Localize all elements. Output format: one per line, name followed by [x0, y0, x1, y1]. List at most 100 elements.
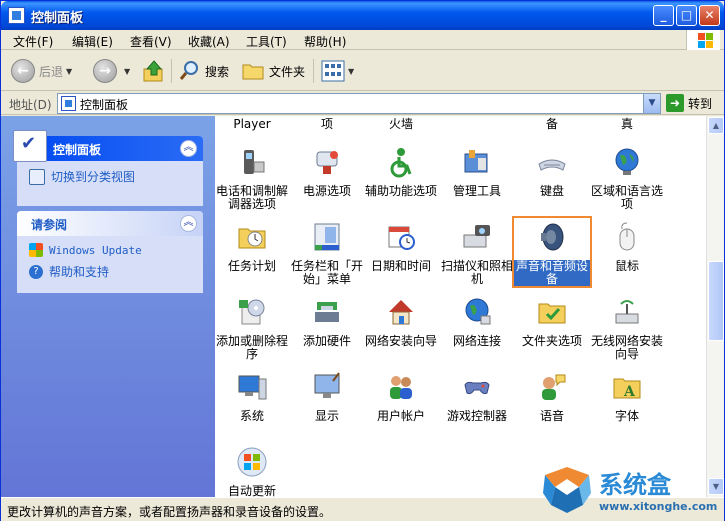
folder-options-item[interactable]: 文件夹选项: [512, 296, 592, 348]
windows-update-icon: [237, 447, 267, 477]
go-label: 转到: [688, 96, 713, 111]
menu-help[interactable]: 帮助(H): [304, 33, 346, 50]
section-title: 控制面板: [53, 143, 102, 157]
control-panel-section: 控制面板 ︽ 切换到分类视图: [13, 130, 203, 206]
control-panel-icon: [13, 130, 47, 162]
forward-arrow-icon: →: [93, 59, 117, 83]
scheduled-tasks-icon: [238, 228, 266, 249]
scanners-cameras-item[interactable]: 扫描仪和照相机: [437, 221, 517, 286]
item-label-cut[interactable]: Player: [215, 118, 292, 131]
toolbar: ← 后退 ▼ → ▼ 搜索 文件夹 ▼: [1, 51, 724, 91]
views-grid-icon: [321, 60, 345, 82]
address-input[interactable]: 控制面板 ▼: [57, 93, 661, 114]
globe-icon: [615, 148, 639, 175]
mouse-item[interactable]: 鼠标: [587, 221, 667, 273]
control-panel-section-header[interactable]: 控制面板 ︽: [13, 130, 203, 162]
address-dropdown-button[interactable]: ▼: [643, 94, 660, 113]
scroll-up-button[interactable]: ▲: [708, 117, 724, 134]
chevron-down-icon: ▼: [348, 66, 355, 76]
taskbar-start-menu-item[interactable]: 任务栏和「开始」菜单: [287, 221, 367, 286]
see-also-section: 请参阅 ︽ Windows Update ? 帮助和支持: [17, 211, 203, 293]
scroll-thumb[interactable]: [708, 261, 724, 341]
forward-button[interactable]: → ▼: [93, 57, 130, 85]
accessibility-options-item[interactable]: 辅助功能选项: [361, 146, 441, 198]
item-label-cut[interactable]: 备: [512, 118, 592, 131]
item-label-cut[interactable]: 火墙: [361, 118, 441, 131]
game-controllers-item[interactable]: 游戏控制器: [437, 371, 517, 423]
windows-update-link[interactable]: Windows Update: [29, 243, 142, 257]
add-remove-programs-icon: [239, 299, 265, 325]
folders-button[interactable]: 文件夹: [241, 57, 305, 85]
up-folder-button[interactable]: [141, 57, 167, 85]
windows-update-icon: [29, 243, 43, 257]
menu-file[interactable]: 文件(F): [13, 33, 53, 50]
menu-favorites[interactable]: 收藏(A): [188, 33, 230, 50]
item-label: 字体: [614, 409, 639, 423]
views-button[interactable]: ▼: [321, 57, 354, 85]
windows-logo-icon: [686, 30, 720, 50]
network-globe-icon: [465, 298, 491, 325]
user-accounts-item[interactable]: 用户帐户: [361, 371, 441, 423]
scheduled-tasks-item[interactable]: 任务计划: [215, 221, 292, 273]
scanner-camera-icon: [463, 225, 490, 248]
collapse-icon[interactable]: ︽: [180, 215, 197, 232]
item-label: 网络安装向导: [364, 334, 437, 348]
item-label: 显示: [314, 409, 339, 423]
control-panel-icon: [8, 7, 25, 24]
fonts-item[interactable]: A 字体: [587, 371, 667, 423]
users-icon: [390, 376, 412, 399]
network-connections-item[interactable]: 网络连接: [437, 296, 517, 348]
switch-to-category-view-link[interactable]: 切换到分类视图: [29, 168, 135, 185]
phone-modem-options-item[interactable]: 电话和调制解调器选项: [215, 146, 292, 211]
item-label: 文件夹选项: [521, 334, 582, 348]
date-time-item[interactable]: 日期和时间: [361, 221, 441, 273]
minimize-button[interactable]: _: [653, 5, 674, 26]
explorer-window: 控制面板 _ □ ✕ 文件(F) 编辑(E) 查看(V) 收藏(A) 工具(T)…: [0, 0, 725, 521]
item-label-cut[interactable]: 真: [587, 118, 667, 131]
section-title: 请参阅: [31, 218, 68, 232]
network-setup-wizard-item[interactable]: 网络安装向导: [361, 296, 441, 348]
collapse-icon[interactable]: ︽: [180, 140, 197, 157]
display-item[interactable]: 显示: [287, 371, 367, 423]
admin-tools-icon: [464, 150, 488, 173]
add-remove-programs-item[interactable]: 添加或删除程序: [215, 296, 292, 361]
item-label: 网络连接: [452, 334, 501, 348]
maximize-button[interactable]: □: [676, 5, 697, 26]
regional-language-options-item[interactable]: 区域和语言选项: [587, 146, 667, 211]
system-item[interactable]: 系统: [215, 371, 292, 423]
title-bar[interactable]: 控制面板 _ □ ✕: [1, 1, 724, 30]
item-label: 用户帐户: [376, 409, 425, 423]
folder-options-icon: [538, 303, 566, 324]
item-label: 日期和时间: [370, 259, 431, 273]
sounds-audio-devices-item[interactable]: 声音和音频设备: [512, 216, 592, 288]
close-button[interactable]: ✕: [699, 5, 720, 26]
gamepad-icon: [464, 381, 490, 395]
go-arrow-icon: ➜: [666, 94, 684, 112]
item-label: 管理工具: [452, 184, 501, 198]
go-button[interactable]: ➜ 转到: [666, 94, 712, 112]
speech-item[interactable]: 语音: [512, 371, 592, 423]
menu-view[interactable]: 查看(V): [130, 33, 172, 50]
automatic-updates-item[interactable]: 自动更新: [215, 446, 292, 497]
keyboard-item[interactable]: 键盘: [512, 146, 592, 198]
up-folder-icon: [143, 60, 163, 82]
search-icon: [179, 61, 198, 80]
see-also-section-header[interactable]: 请参阅 ︽: [17, 211, 203, 236]
computer-icon: [238, 375, 267, 400]
link-label: 切换到分类视图: [51, 170, 136, 184]
phone-icon: [244, 150, 265, 174]
administrative-tools-item[interactable]: 管理工具: [437, 146, 517, 198]
address-label: 地址(D): [9, 98, 52, 112]
add-hardware-item[interactable]: 添加硬件: [287, 296, 367, 348]
power-options-item[interactable]: 电源选项: [287, 146, 367, 198]
item-label: 任务计划: [227, 259, 276, 273]
menu-tools[interactable]: 工具(T): [246, 33, 287, 50]
search-button[interactable]: 搜索: [178, 57, 229, 85]
back-button[interactable]: ← 后退 ▼: [11, 57, 72, 85]
wireless-network-setup-item[interactable]: 无线网络安装向导: [587, 296, 667, 361]
vertical-scrollbar[interactable]: ▲ ▼: [706, 116, 724, 497]
help-and-support-link[interactable]: ? 帮助和支持: [29, 263, 109, 280]
menu-edit[interactable]: 编辑(E): [72, 33, 113, 50]
address-value: 控制面板: [80, 98, 129, 112]
item-label-cut[interactable]: 项: [287, 118, 367, 131]
